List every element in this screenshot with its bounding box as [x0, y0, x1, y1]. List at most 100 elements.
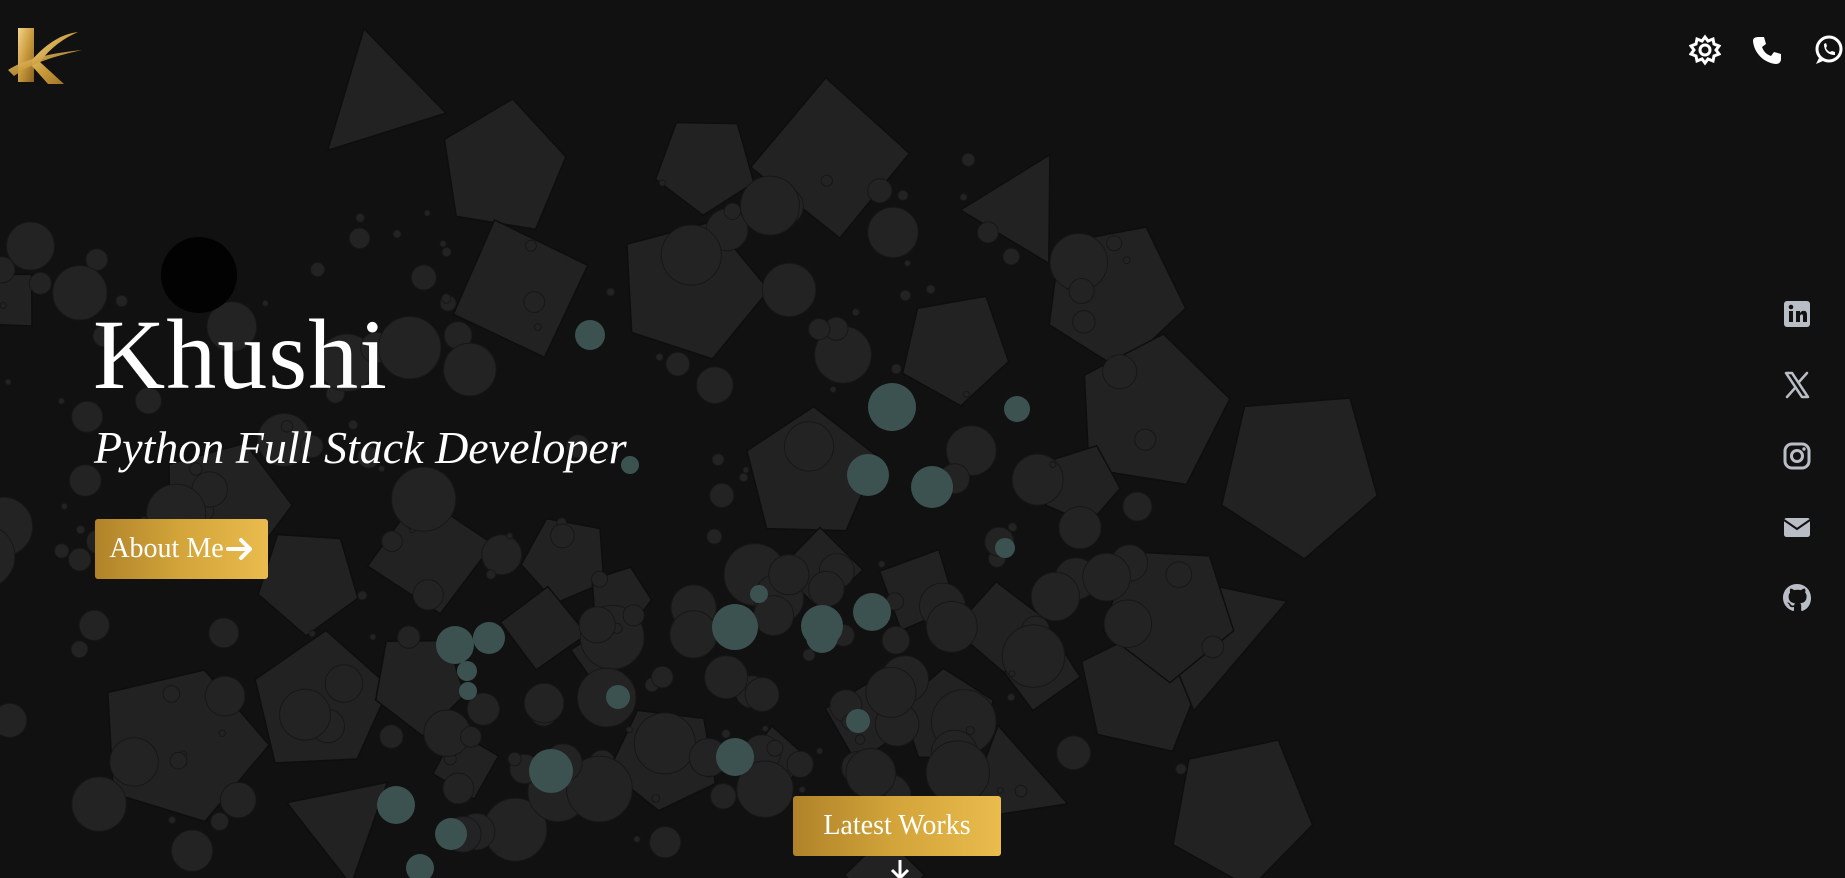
bg-dot — [441, 247, 452, 258]
bg-dot — [710, 783, 737, 810]
bg-dot — [740, 175, 800, 236]
bg-dot — [523, 291, 546, 313]
whatsapp-icon[interactable] — [1813, 34, 1845, 66]
bg-dot — [279, 688, 331, 741]
bg-dot — [820, 174, 833, 187]
bg-dot — [1103, 599, 1153, 648]
bg-dot — [816, 747, 824, 755]
bg-dot — [851, 308, 860, 317]
hero-name: Khushi — [93, 299, 388, 410]
gear-icon[interactable] — [1689, 34, 1721, 66]
bg-dot — [391, 466, 457, 532]
bg-dot — [890, 363, 902, 375]
bg-dot — [1122, 256, 1131, 265]
bg-dot — [54, 543, 70, 559]
bg-dot — [633, 835, 641, 843]
bg-teal-dot — [406, 854, 434, 878]
bg-teal-dot — [716, 738, 754, 776]
bg-dot — [665, 351, 691, 377]
bg-dot — [208, 617, 240, 649]
bg-dot — [28, 271, 52, 295]
bg-dot — [591, 570, 609, 588]
arrow-down-icon[interactable] — [888, 860, 912, 878]
bg-dot — [744, 677, 780, 712]
bg-dot — [865, 666, 917, 718]
bg-dot — [633, 712, 696, 775]
bg-polygon — [901, 295, 1010, 407]
bg-dot — [965, 726, 975, 736]
bg-dot — [57, 397, 66, 405]
bg-dot — [67, 547, 92, 572]
bg-dot — [766, 739, 784, 757]
logo-k-icon[interactable] — [4, 20, 84, 92]
bg-dot — [0, 702, 28, 738]
bg-teal-dot — [459, 682, 477, 700]
latest-works-button[interactable]: Latest Works — [793, 796, 1001, 856]
bg-polygon — [452, 218, 589, 359]
bg-dot — [1072, 310, 1096, 334]
bg-polygon — [285, 781, 389, 878]
bg-teal-dot — [806, 621, 838, 653]
bg-dot — [761, 725, 769, 733]
bg-teal-dot — [473, 622, 505, 654]
bg-dot — [1134, 428, 1157, 451]
bg-teal-dot — [868, 383, 916, 431]
bg-dot — [1058, 506, 1102, 550]
bg-dot — [925, 284, 936, 295]
bg-dot — [1102, 354, 1138, 390]
github-icon[interactable] — [1781, 582, 1813, 614]
bg-dot — [854, 734, 866, 745]
bg-dot — [523, 682, 565, 724]
bg-dot — [355, 212, 366, 223]
bg-dot — [1082, 552, 1131, 602]
bg-dot — [75, 525, 86, 535]
bg-dot — [1011, 453, 1064, 506]
bg-dot — [443, 342, 497, 397]
bg-dot — [210, 812, 230, 831]
bg-dot — [1201, 635, 1225, 659]
bg-polygon — [499, 585, 588, 671]
bg-dot — [524, 239, 537, 252]
bg-dot — [622, 604, 645, 627]
bg-teal-dot — [435, 818, 467, 850]
bg-dot — [1068, 278, 1095, 304]
bg-teal-dot — [847, 454, 889, 496]
bg-dot — [706, 528, 723, 545]
bg-polygon — [257, 533, 359, 637]
bg-polygon — [654, 121, 755, 217]
bg-dot — [738, 472, 749, 483]
bg-teal-dot — [606, 685, 630, 709]
bg-teal-dot — [846, 709, 870, 733]
bg-dot — [904, 259, 911, 267]
bg-dot — [310, 261, 326, 278]
bg-dot — [783, 421, 835, 472]
bg-dot — [507, 751, 522, 767]
x-twitter-icon[interactable] — [1781, 369, 1813, 401]
bg-dot — [808, 570, 845, 608]
instagram-icon[interactable] — [1781, 440, 1813, 472]
bg-dot — [669, 610, 718, 659]
bg-dot — [1175, 763, 1187, 775]
bg-dot — [71, 776, 127, 832]
bg-dot — [798, 786, 806, 794]
bg-dot — [308, 629, 316, 638]
bg-dot — [897, 189, 909, 201]
bg-dot — [959, 193, 968, 202]
about-me-button[interactable]: About Me — [95, 519, 268, 579]
bg-dot — [442, 772, 475, 805]
bg-dot — [78, 609, 110, 642]
phone-icon[interactable] — [1751, 34, 1783, 66]
bg-dot — [218, 729, 227, 737]
bg-dot — [651, 665, 674, 689]
hero-role: Python Full Stack Developer — [94, 422, 627, 473]
bg-dot — [379, 724, 404, 749]
bg-dot — [1049, 461, 1057, 469]
bg-dot — [6, 221, 55, 271]
bg-dot — [441, 293, 452, 304]
bg-dot — [711, 453, 725, 467]
bg-dot — [109, 737, 159, 787]
mail-icon[interactable] — [1781, 511, 1813, 543]
bg-dot — [348, 227, 371, 250]
bg-dot — [324, 664, 364, 703]
linkedin-icon[interactable] — [1781, 298, 1813, 330]
